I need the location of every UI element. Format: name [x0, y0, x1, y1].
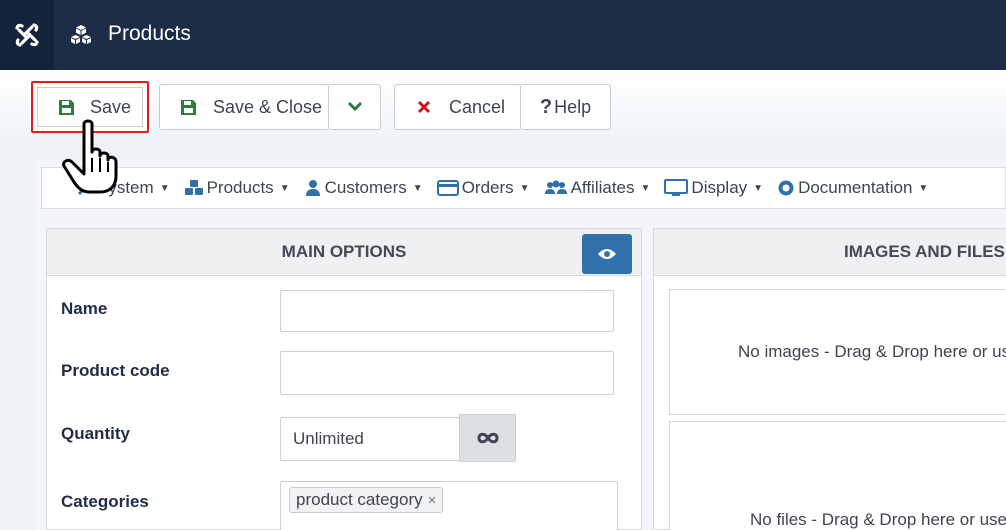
save-close-button-label: Save & Close: [213, 96, 323, 117]
menu-item-documentation[interactable]: Documentation ▼: [777, 178, 928, 198]
quantity-label: Quantity: [61, 424, 130, 443]
save-close-button[interactable]: Save & Close: [159, 84, 329, 130]
tag-remove-icon[interactable]: ×: [428, 492, 437, 509]
desktop-icon: [664, 179, 689, 196]
product-code-label: Product code: [61, 361, 170, 380]
toolbar: Save Save & Close Cancel ? Help: [0, 70, 1006, 144]
cubes-icon: [184, 180, 203, 195]
menu-item-orders[interactable]: Orders ▼: [436, 178, 530, 198]
images-files-title: IMAGES AND FILES: [844, 242, 1005, 261]
menu-item-customers[interactable]: Customers ▼: [304, 178, 423, 198]
credit-card-icon: [436, 180, 459, 196]
categories-label: Categories: [61, 492, 149, 511]
eye-icon: [598, 249, 616, 259]
component-menu-bar: System ▼ Products ▼ Customers ▼ Orders ▼ Aff…: [41, 167, 1006, 209]
cancel-button[interactable]: Cancel: [394, 84, 521, 130]
images-files-panel: IMAGES AND FILES No images - Drag & Drop…: [653, 228, 1006, 530]
top-header: Products: [0, 0, 1006, 70]
menu-item-products[interactable]: Products ▼: [184, 178, 290, 198]
name-input[interactable]: [280, 290, 614, 332]
images-files-header: IMAGES AND FILES: [654, 229, 1006, 276]
images-drop-zone[interactable]: No images - Drag & Drop here or us: [669, 289, 1006, 415]
infinity-icon: [476, 432, 499, 444]
save-button-label: Save: [90, 96, 132, 117]
close-icon: [417, 100, 431, 114]
unlimited-toggle-button[interactable]: [459, 414, 516, 462]
hand-pointer-cursor-icon: [62, 119, 118, 194]
menu-item-affiliates[interactable]: Affiliates ▼: [544, 178, 650, 198]
chevron-down-icon: [347, 101, 362, 112]
files-drop-zone[interactable]: No files - Drag & Drop here or use: [669, 421, 1006, 530]
question-mark-icon: ?: [539, 95, 553, 118]
help-button-label: Help: [554, 96, 592, 117]
save-options-dropdown-button[interactable]: [328, 84, 381, 130]
floppy-disk-icon: [58, 99, 75, 116]
main-options-header: MAIN OPTIONS: [47, 229, 641, 276]
cubes-icon: [71, 25, 91, 44]
users-cog-icon: [544, 180, 567, 194]
life-ring-icon: [778, 180, 794, 196]
main-options-title: MAIN OPTIONS: [281, 242, 407, 261]
category-tag-label: product category: [296, 490, 423, 509]
category-tag: product category ×: [289, 487, 444, 513]
quantity-input[interactable]: Unlimited: [280, 417, 460, 461]
help-button[interactable]: ? Help: [520, 84, 611, 130]
user-icon: [305, 180, 320, 196]
categories-select[interactable]: product category ×: [280, 481, 618, 530]
floppy-disk-icon: [180, 99, 197, 116]
main-options-panel: MAIN OPTIONS Name Product code Quantity …: [46, 228, 642, 530]
name-label: Name: [61, 299, 108, 318]
product-code-input[interactable]: [280, 351, 614, 395]
joomla-logo-icon[interactable]: [0, 0, 54, 70]
preview-button[interactable]: [582, 234, 632, 274]
page-title: Products: [108, 22, 191, 45]
menu-item-display[interactable]: Display ▼: [664, 178, 763, 198]
cancel-button-label: Cancel: [449, 96, 506, 117]
